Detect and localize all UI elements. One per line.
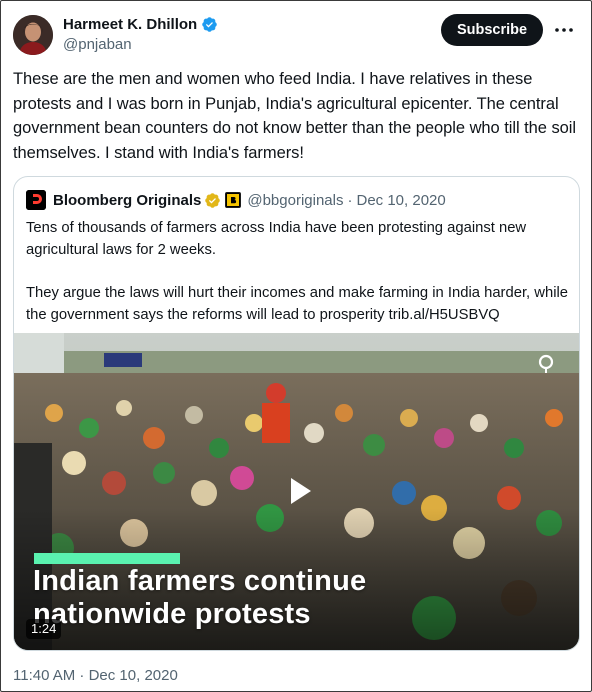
tweet-card: Harmeet K. Dhillon @pnjaban Subscribe Th… — [0, 0, 592, 692]
tweet-timestamp[interactable]: 11:40 AM · Dec 10, 2020 — [13, 667, 178, 684]
headline-accent-bar — [34, 553, 180, 564]
quoted-tweet[interactable]: Bloomberg Originals @bbgoriginals · Dec … — [13, 176, 580, 651]
quote-text: Tens of thousands of farmers across Indi… — [26, 218, 571, 327]
gold-verified-icon — [205, 192, 221, 208]
video-headline: Indian farmers continue nationwide prote… — [33, 565, 453, 631]
separator-dot: · — [347, 191, 353, 209]
tweet-header: Harmeet K. Dhillon @pnjaban Subscribe — [13, 13, 579, 57]
tweet-text: These are the men and women who feed Ind… — [13, 70, 577, 162]
author-name[interactable]: Harmeet K. Dhillon — [63, 16, 197, 33]
video-duration-badge: 1:24 — [26, 619, 62, 639]
video-watermark-icon — [538, 354, 554, 373]
more-dots-icon[interactable] — [553, 21, 575, 39]
quote-author-handle[interactable]: @bbgoriginals — [247, 192, 343, 209]
bloomberg-logo-icon — [26, 190, 46, 210]
play-icon[interactable] — [279, 472, 317, 510]
blue-verified-icon — [202, 17, 217, 32]
quote-header: Bloomberg Originals @bbgoriginals · Dec … — [26, 190, 446, 210]
author-handle[interactable]: @pnjaban — [63, 36, 218, 53]
video-headline-line: Indian farmers continue — [33, 565, 367, 597]
quote-paragraph: They argue the laws will hurt their inco… — [26, 285, 568, 324]
video-player[interactable]: Indian farmers continue nationwide prote… — [14, 333, 579, 650]
quote-author-name[interactable]: Bloomberg Originals — [53, 192, 201, 209]
affiliate-badge-icon — [225, 192, 242, 208]
quote-date[interactable]: Dec 10, 2020 — [356, 192, 445, 209]
quote-paragraph: Tens of thousands of farmers across Indi… — [26, 220, 527, 258]
video-headline-line: nationwide protests — [33, 598, 311, 630]
subscribe-button[interactable]: Subscribe — [441, 14, 543, 46]
avatar[interactable] — [13, 15, 53, 55]
